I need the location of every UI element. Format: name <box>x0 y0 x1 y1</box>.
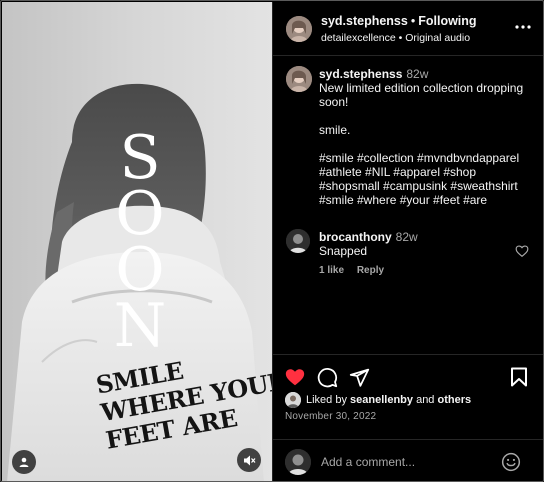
paper-plane-icon <box>349 368 369 387</box>
speaker-muted-icon <box>243 455 255 465</box>
bookmark-icon <box>511 367 527 387</box>
author-username[interactable]: syd.stephenss <box>321 14 408 28</box>
caption-hashtags[interactable]: #smile #collection #mvndbvndapparel <box>319 151 537 165</box>
comment-text: Snapped <box>319 244 368 258</box>
caption-text: soon! <box>319 95 349 109</box>
separator-dot: • <box>398 32 403 44</box>
header-title-row: syd.stephenss • Following <box>321 14 477 28</box>
emoji-button[interactable] <box>499 450 523 474</box>
liked-by-text: Liked by seanellenby and others <box>306 394 471 406</box>
audio-link[interactable]: Original audio <box>405 32 470 44</box>
separator-dot: • <box>410 14 416 28</box>
overlay-letter: S <box>119 123 161 193</box>
overlay-letter: O <box>115 179 165 249</box>
comment-reply-button[interactable]: Reply <box>357 265 384 276</box>
liked-by-avatar[interactable] <box>285 392 301 408</box>
smiley-icon <box>501 452 521 472</box>
heart-outline-icon <box>515 245 529 257</box>
liked-by-others-link[interactable]: others <box>437 394 471 406</box>
liked-by-prefix: Liked by <box>306 394 351 406</box>
add-comment-input[interactable] <box>321 452 501 472</box>
post-caption: syd.stephenss 82w New limited edition col… <box>319 67 537 207</box>
comment-item: brocanthony 82w Snapped <box>319 230 509 258</box>
post-header: syd.stephenss • Following detailexcellence… <box>273 2 543 56</box>
caption-username[interactable]: syd.stephenss <box>319 67 402 81</box>
avatar-image <box>285 392 301 408</box>
avatar-image <box>286 229 310 253</box>
post-media[interactable]: S O O N SMILE WHERE YOUR FEET ARE <box>2 2 272 481</box>
post-actions: Liked by seanellenby and others November… <box>273 354 543 481</box>
save-button[interactable] <box>507 365 531 389</box>
more-dots-icon <box>515 25 531 29</box>
caption-author-avatar[interactable] <box>286 66 312 92</box>
caption-hashtags[interactable]: #shopsmall #campusink #sweathshirt <box>319 179 537 193</box>
mute-button[interactable] <box>237 448 261 472</box>
post-date[interactable]: November 30, 2022 <box>285 411 376 422</box>
liked-by-user-link[interactable]: seanellenby <box>350 394 413 406</box>
author-avatar[interactable] <box>286 16 312 42</box>
avatar-image <box>286 16 312 42</box>
current-user-avatar <box>285 449 311 475</box>
commenter-username[interactable]: brocanthony <box>319 230 392 244</box>
caption-hashtags[interactable]: #athlete #NIL #apparel #shop <box>319 165 537 179</box>
like-button[interactable] <box>283 365 307 389</box>
comments-section[interactable]: syd.stephenss 82w New limited edition col… <box>273 57 543 354</box>
add-comment-bar <box>273 439 543 481</box>
more-options-button[interactable] <box>513 20 533 34</box>
avatar-image <box>285 449 311 475</box>
commenter-avatar[interactable] <box>286 229 310 253</box>
soon-overlay-text: S O O N <box>100 123 180 361</box>
comment-likes-link[interactable]: 1 like <box>319 265 344 276</box>
user-tag-icon <box>19 457 29 467</box>
comment-button[interactable] <box>315 365 339 389</box>
audio-account-link[interactable]: detailexcellence <box>321 32 396 44</box>
avatar-image <box>286 66 312 92</box>
caption-age[interactable]: 82w <box>406 67 428 81</box>
comment-meta: 1 like Reply <box>319 265 394 276</box>
post-side-panel: syd.stephenss • Following detailexcellence… <box>272 2 543 481</box>
liked-by-and: and <box>413 394 438 406</box>
overlay-letter: O <box>115 235 165 305</box>
overlay-letter: N <box>113 291 167 361</box>
following-button[interactable]: Following <box>418 14 476 28</box>
caption-hashtags[interactable]: #smile #where #your #feet #are <box>319 193 537 207</box>
post-dialog: S O O N SMILE WHERE YOUR FEET ARE syd.st… <box>0 0 544 482</box>
heart-filled-icon <box>285 369 305 386</box>
comment-bubble-icon <box>317 367 337 387</box>
comment-age[interactable]: 82w <box>396 230 418 244</box>
caption-text: New limited edition collection dropping <box>319 81 524 95</box>
user-tag-button[interactable] <box>12 450 36 474</box>
header-subtitle: detailexcellence • Original audio <box>321 32 470 44</box>
comment-like-button[interactable] <box>515 244 529 258</box>
caption-text: smile. <box>319 123 351 137</box>
share-button[interactable] <box>347 365 371 389</box>
